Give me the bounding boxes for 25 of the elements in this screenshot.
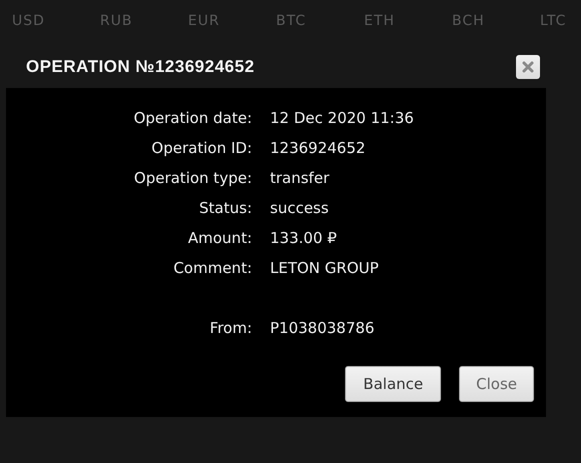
currency-tab[interactable]: BCH — [452, 13, 540, 29]
field-value: 133.00 ₽ — [270, 228, 338, 249]
currency-tab[interactable]: LTC — [540, 13, 581, 29]
field-value: success — [270, 198, 330, 219]
field-value: transfer — [270, 168, 330, 189]
field-value: 12 Dec 2020 11:36 — [270, 108, 415, 129]
field-label: Amount: — [187, 228, 252, 249]
field-value: LETON GROUP — [270, 258, 380, 279]
currency-tab[interactable]: USD — [12, 13, 100, 29]
field-value: P1038038786 — [270, 318, 376, 339]
field-label: Comment: — [172, 258, 252, 279]
field-label: Status: — [198, 198, 252, 219]
close-icon[interactable] — [516, 55, 540, 79]
field-label: Operation date: — [132, 108, 252, 129]
field-value: 1236924652 — [270, 138, 366, 159]
currency-tab[interactable]: ETH — [364, 13, 452, 29]
dialog-button[interactable]: Balance — [345, 366, 442, 402]
field-label: From: — [208, 318, 252, 339]
currency-tab[interactable]: EUR — [188, 13, 276, 29]
currency-tab[interactable]: BTC — [276, 13, 364, 29]
field-label: Operation type: — [133, 168, 252, 189]
field-label: Operation ID: — [150, 138, 252, 159]
dialog-button[interactable]: Close — [459, 366, 534, 402]
currency-tab[interactable]: RUB — [100, 13, 188, 29]
dialog-title: OPERATION №1236924652 — [26, 57, 255, 77]
